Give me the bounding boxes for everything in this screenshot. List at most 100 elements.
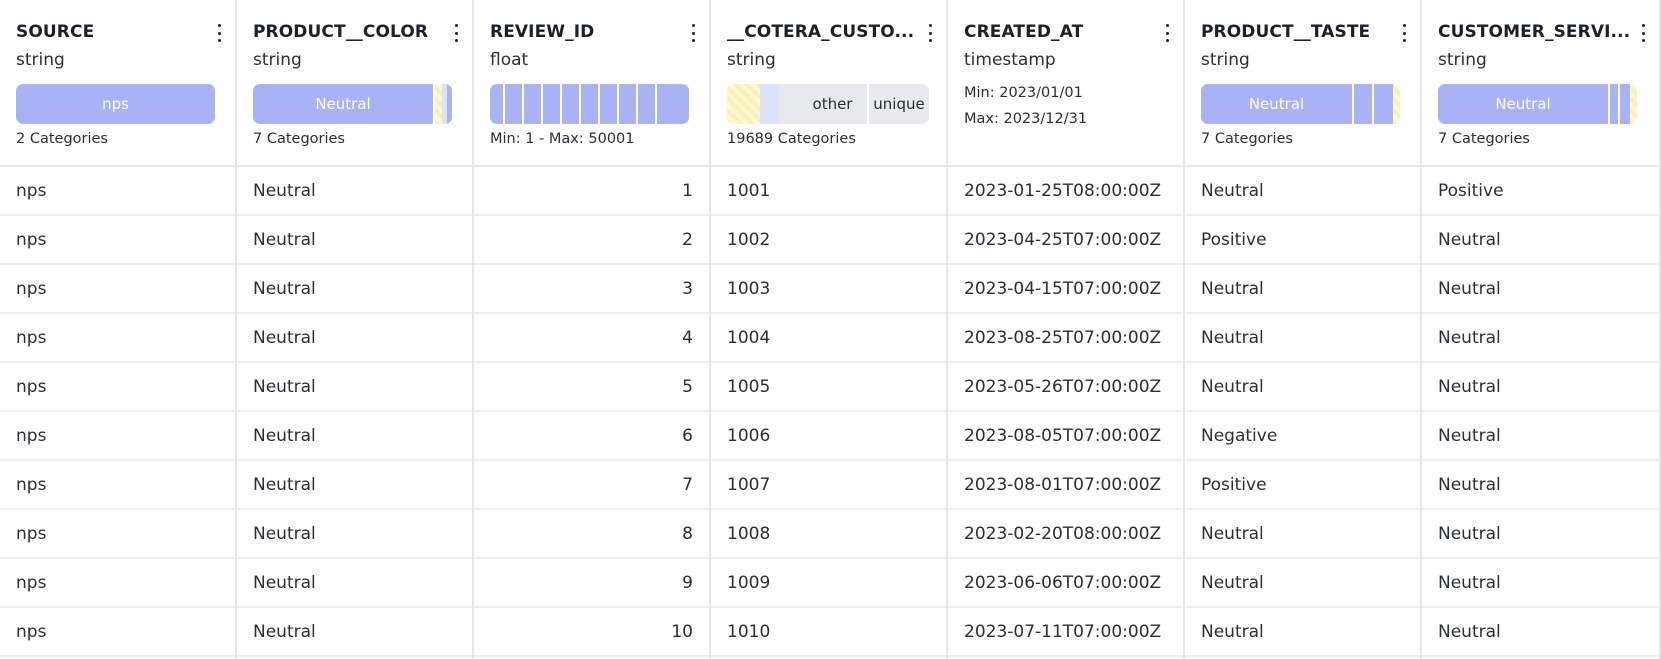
histogram-bin[interactable] <box>490 84 505 124</box>
table-cell[interactable]: 4 <box>474 314 709 363</box>
table-cell[interactable]: nps <box>0 559 235 608</box>
more-vertical-icon[interactable] <box>685 22 701 44</box>
more-vertical-icon[interactable] <box>1159 22 1175 44</box>
table-cell[interactable]: nps <box>0 363 235 412</box>
bar-segment[interactable]: Neutral <box>1438 84 1610 124</box>
table-cell[interactable]: 10 <box>474 608 709 657</box>
table-cell[interactable]: 1010 <box>711 608 946 657</box>
column-header[interactable]: __COTERA_CUSTO... string other unique 19… <box>711 0 946 167</box>
histogram-bin[interactable] <box>505 84 524 124</box>
histogram-bin[interactable] <box>657 84 689 124</box>
bar-segment-other[interactable]: other <box>778 84 867 124</box>
table-cell[interactable]: 6 <box>474 412 709 461</box>
table-cell[interactable]: Neutral <box>237 167 472 216</box>
table-cell[interactable]: Neutral <box>1422 216 1659 265</box>
table-cell[interactable]: Neutral <box>237 510 472 559</box>
table-cell[interactable]: 2023-04-25T07:00:00Z <box>948 216 1183 265</box>
table-cell[interactable]: 2023-01-25T08:00:00Z <box>948 167 1183 216</box>
table-cell[interactable]: nps <box>0 314 235 363</box>
table-cell[interactable]: Positive <box>1422 167 1659 216</box>
table-cell[interactable]: 1 <box>474 167 709 216</box>
table-cell[interactable]: 2023-02-20T08:00:00Z <box>948 510 1183 559</box>
table-cell[interactable]: nps <box>0 216 235 265</box>
table-cell[interactable]: Neutral <box>1422 363 1659 412</box>
bar-segment[interactable] <box>447 84 452 124</box>
table-cell[interactable]: 1003 <box>711 265 946 314</box>
table-cell[interactable]: Neutral <box>237 314 472 363</box>
table-cell[interactable]: Negative <box>1185 412 1420 461</box>
histogram-bin[interactable] <box>638 84 657 124</box>
distribution-bar[interactable]: Neutral <box>253 84 452 124</box>
table-cell[interactable]: 1006 <box>711 412 946 461</box>
bar-segment[interactable]: nps <box>16 84 215 124</box>
table-cell[interactable]: 3 <box>474 265 709 314</box>
table-cell[interactable]: 2023-06-06T07:00:00Z <box>948 559 1183 608</box>
bar-segment[interactable] <box>1354 84 1374 124</box>
table-cell[interactable]: Neutral <box>1185 363 1420 412</box>
table-cell[interactable]: Neutral <box>1422 412 1659 461</box>
table-cell[interactable]: nps <box>0 265 235 314</box>
table-cell[interactable]: nps <box>0 167 235 216</box>
table-cell[interactable]: Neutral <box>1185 265 1420 314</box>
table-cell[interactable]: Neutral <box>1185 167 1420 216</box>
column-header[interactable]: CREATED_AT timestamp Min: 2023/01/01 Max… <box>948 0 1183 167</box>
bar-segment[interactable] <box>1374 84 1393 124</box>
histogram-bin[interactable] <box>619 84 638 124</box>
table-cell[interactable]: Neutral <box>237 559 472 608</box>
table-cell[interactable]: 8 <box>474 510 709 559</box>
table-cell[interactable]: 2023-07-11T07:00:00Z <box>948 608 1183 657</box>
table-cell[interactable]: 1005 <box>711 363 946 412</box>
column-header[interactable]: PRODUCT__TASTE string Neutral 7 Categori… <box>1185 0 1420 167</box>
bar-segment[interactable] <box>435 84 442 124</box>
table-cell[interactable]: 7 <box>474 461 709 510</box>
table-cell[interactable]: 2023-04-15T07:00:00Z <box>948 265 1183 314</box>
bar-segment-unique[interactable]: unique <box>867 84 929 124</box>
table-cell[interactable]: nps <box>0 510 235 559</box>
histogram-bin[interactable] <box>562 84 581 124</box>
distribution-bar[interactable]: other unique <box>727 84 929 124</box>
table-cell[interactable]: Positive <box>1185 461 1420 510</box>
table-cell[interactable]: 2 <box>474 216 709 265</box>
histogram-bar[interactable] <box>490 84 689 124</box>
table-cell[interactable]: nps <box>0 461 235 510</box>
table-cell[interactable]: nps <box>0 412 235 461</box>
table-cell[interactable]: Neutral <box>1422 461 1659 510</box>
table-cell[interactable]: Neutral <box>1422 559 1659 608</box>
table-cell[interactable]: Neutral <box>1422 608 1659 657</box>
distribution-bar[interactable]: nps <box>16 84 215 124</box>
column-header[interactable]: SOURCE string nps 2 Categories <box>0 0 235 167</box>
table-cell[interactable]: Neutral <box>237 265 472 314</box>
table-cell[interactable]: 1004 <box>711 314 946 363</box>
table-cell[interactable]: Neutral <box>237 412 472 461</box>
table-cell[interactable]: 5 <box>474 363 709 412</box>
histogram-bin[interactable] <box>600 84 619 124</box>
histogram-bin[interactable] <box>581 84 600 124</box>
table-cell[interactable]: Neutral <box>1185 559 1420 608</box>
column-header[interactable]: REVIEW_ID float Min: 1 - Max: 50001 <box>474 0 709 167</box>
distribution-bar[interactable]: Neutral <box>1201 84 1400 124</box>
table-cell[interactable]: 9 <box>474 559 709 608</box>
column-header[interactable]: PRODUCT__COLOR string Neutral 7 Categori… <box>237 0 472 167</box>
bar-segment[interactable] <box>1393 84 1400 124</box>
bar-segment[interactable] <box>760 84 778 124</box>
more-vertical-icon[interactable] <box>1396 22 1412 44</box>
table-cell[interactable]: Positive <box>1185 216 1420 265</box>
table-cell[interactable]: Neutral <box>1185 510 1420 559</box>
bar-segment[interactable] <box>1620 84 1630 124</box>
histogram-bin[interactable] <box>543 84 562 124</box>
more-vertical-icon[interactable] <box>922 22 938 44</box>
bar-segment[interactable]: Neutral <box>253 84 435 124</box>
table-cell[interactable]: 2023-08-05T07:00:00Z <box>948 412 1183 461</box>
table-cell[interactable]: Neutral <box>1185 314 1420 363</box>
bar-segment[interactable] <box>1630 84 1637 124</box>
table-cell[interactable]: Neutral <box>1422 265 1659 314</box>
distribution-bar[interactable]: Neutral <box>1438 84 1637 124</box>
table-cell[interactable]: 2023-05-26T07:00:00Z <box>948 363 1183 412</box>
bar-segment[interactable]: Neutral <box>1201 84 1354 124</box>
table-cell[interactable]: 1007 <box>711 461 946 510</box>
more-vertical-icon[interactable] <box>211 22 227 44</box>
table-cell[interactable]: Neutral <box>237 363 472 412</box>
table-cell[interactable]: Neutral <box>1185 608 1420 657</box>
table-cell[interactable]: 1002 <box>711 216 946 265</box>
table-cell[interactable]: 1008 <box>711 510 946 559</box>
